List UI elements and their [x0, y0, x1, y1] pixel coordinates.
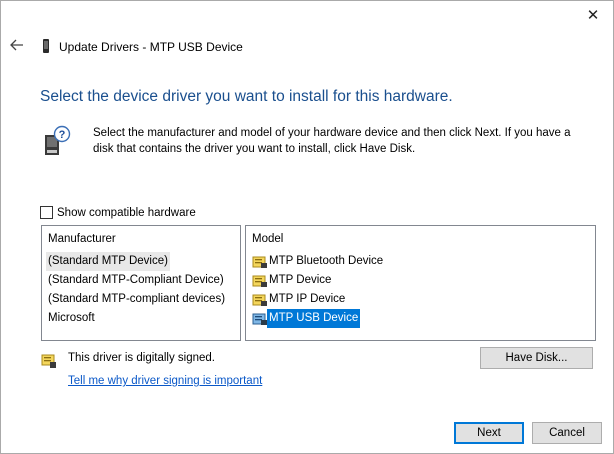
model-item-selected[interactable]: MTP USB Device — [248, 309, 593, 328]
show-compatible-hardware[interactable]: Show compatible hardware — [40, 206, 196, 219]
back-button[interactable] — [8, 35, 26, 55]
next-button[interactable]: Next — [454, 422, 524, 444]
manufacturer-item[interactable]: (Standard MTP Device) — [44, 252, 238, 271]
show-compatible-label[interactable]: Show compatible hardware — [57, 207, 196, 219]
window-title: Update Drivers - MTP USB Device — [59, 40, 243, 54]
driver-signing-link[interactable]: Tell me why driver signing is important — [68, 375, 262, 387]
close-icon: ✕ — [586, 7, 600, 24]
instructions-text: Select the manufacturer and model of you… — [93, 127, 571, 155]
driver-certificate-icon — [252, 275, 267, 287]
svg-text:?: ? — [59, 129, 66, 141]
close-button[interactable]: ✕ — [579, 3, 607, 27]
driver-certificate-icon — [252, 256, 267, 268]
model-header: Model — [252, 233, 284, 245]
signed-driver-icon — [41, 354, 56, 368]
cancel-button[interactable]: Cancel — [532, 422, 602, 444]
have-disk-button[interactable]: Have Disk... — [480, 347, 593, 369]
driver-certificate-icon — [252, 313, 267, 325]
usb-device-icon — [43, 39, 49, 53]
page-heading: Select the device driver you want to ins… — [40, 88, 453, 105]
back-arrow-icon — [10, 39, 23, 51]
update-drivers-window: ✕ Update Drivers - MTP USB Device Select… — [0, 0, 614, 454]
show-compatible-checkbox[interactable] — [40, 206, 53, 219]
model-list[interactable]: Model MTP Bluetooth Device MTP Device MT… — [245, 225, 596, 341]
model-item[interactable]: MTP IP Device — [248, 290, 593, 309]
model-item[interactable]: MTP Bluetooth Device — [248, 252, 593, 271]
hardware-question-icon: ? — [45, 125, 71, 155]
model-item[interactable]: MTP Device — [248, 271, 593, 290]
signing-status-text: This driver is digitally signed. — [68, 352, 216, 364]
manufacturer-item[interactable]: (Standard MTP-Compliant Device) — [44, 271, 238, 290]
manufacturer-header: Manufacturer — [48, 233, 116, 245]
manufacturer-item[interactable]: Microsoft — [44, 309, 238, 328]
manufacturer-list[interactable]: Manufacturer (Standard MTP Device) (Stan… — [41, 225, 241, 341]
driver-certificate-icon — [252, 294, 267, 306]
manufacturer-item[interactable]: (Standard MTP-compliant devices) — [44, 290, 238, 309]
